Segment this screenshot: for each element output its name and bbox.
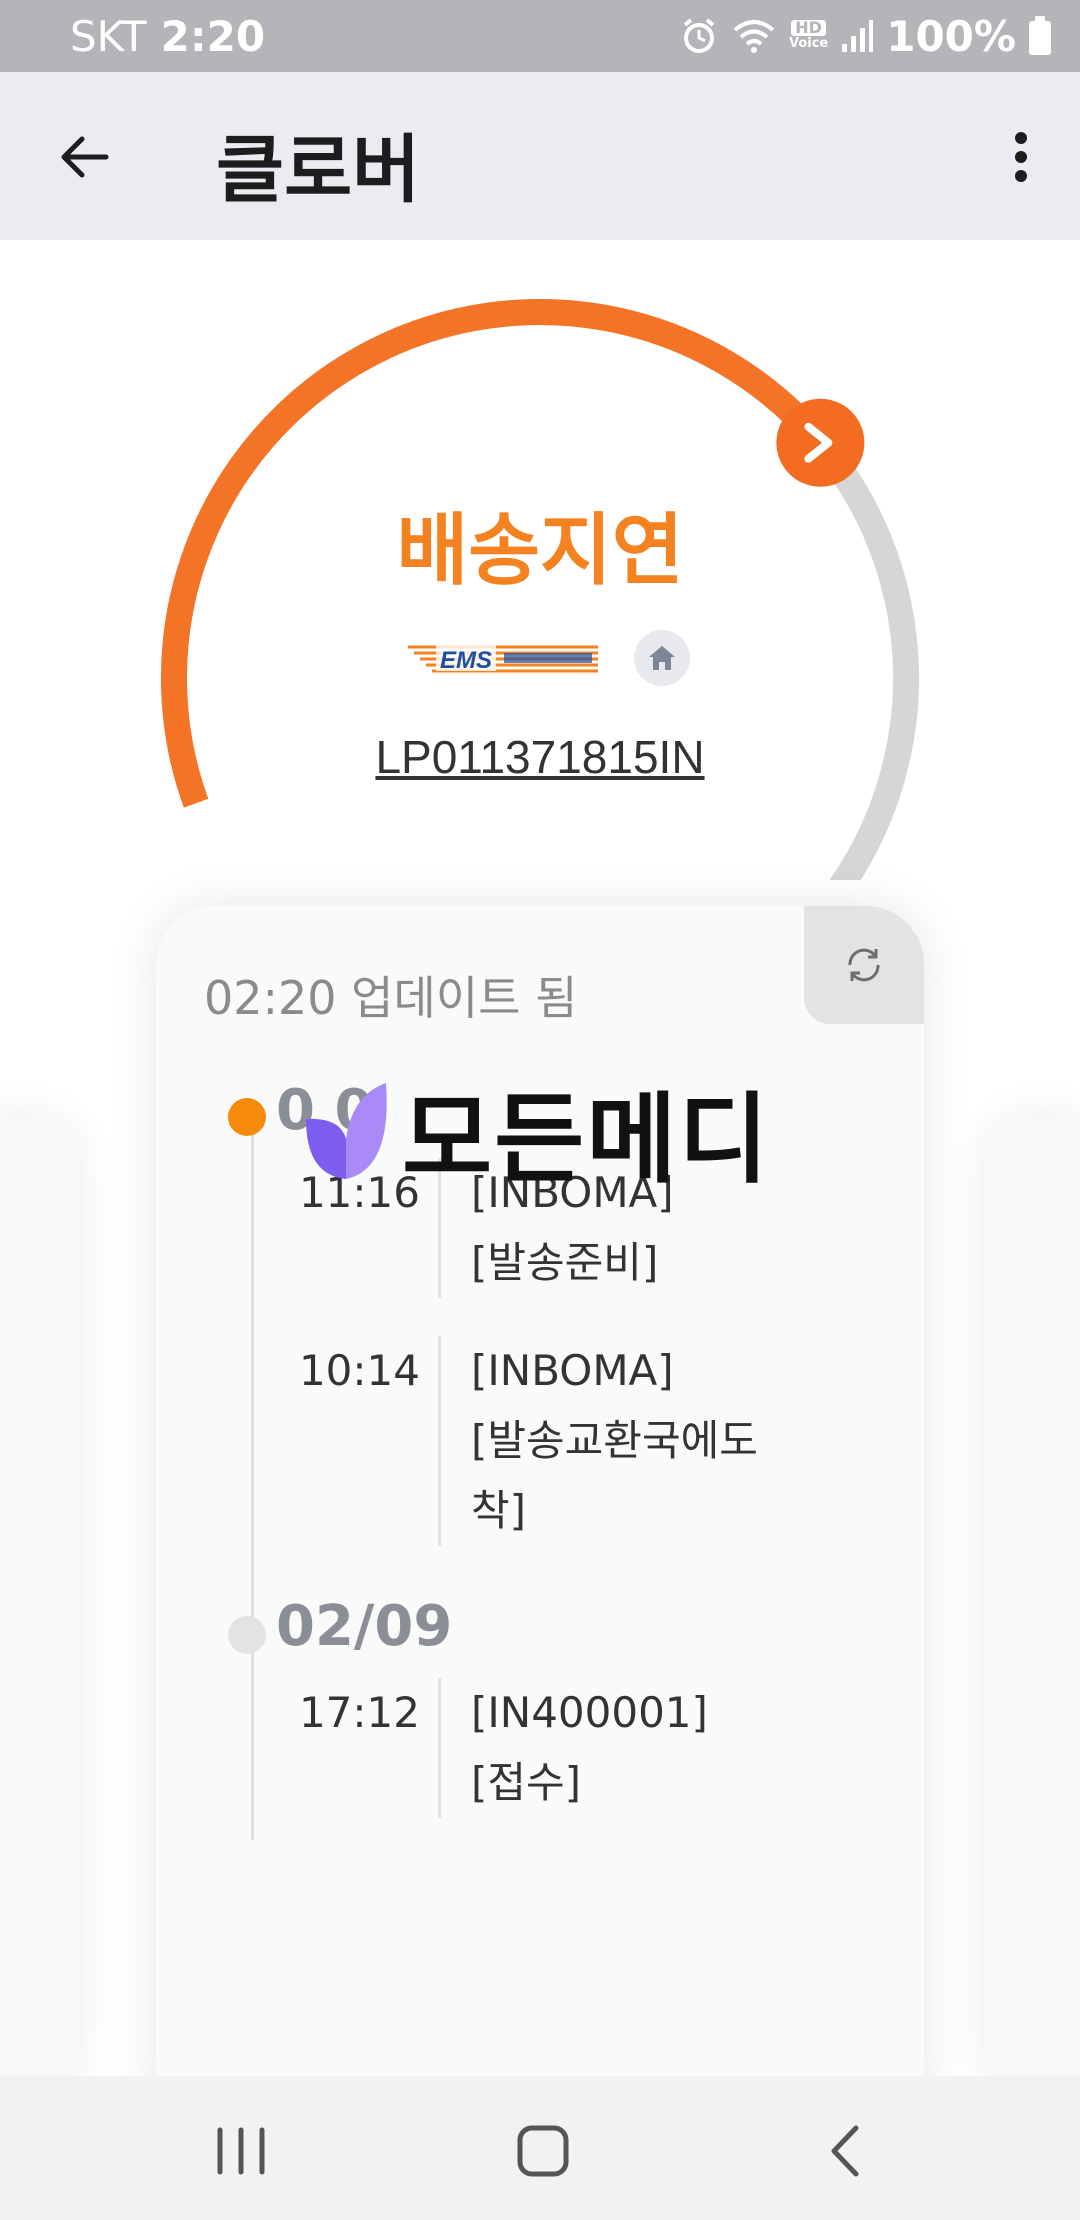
- next-card-peek[interactable]: [984, 1114, 1080, 2094]
- page-title: 클로버: [216, 127, 421, 213]
- event-time: 17:12: [298, 1688, 420, 1737]
- back-icon[interactable]: [812, 2116, 882, 2186]
- ems-logo-text: EMS: [440, 647, 492, 674]
- signal-icon: [842, 20, 874, 52]
- status-icons: HD Voice 100%: [679, 12, 1052, 61]
- gauge-knob: [776, 398, 865, 487]
- hd-label: HD: [791, 20, 826, 36]
- more-vert-icon[interactable]: [986, 122, 1056, 192]
- event-detail: [발송교환국에도착]: [471, 1416, 758, 1535]
- carrier-row: EMS: [408, 630, 690, 686]
- alarm-icon: [683, 18, 715, 53]
- event-body: [IN400001] [접수]: [438, 1678, 778, 1818]
- timeline-dot-active: [228, 1098, 266, 1136]
- app-bar: 클로버: [0, 72, 1080, 240]
- home-icon[interactable]: [508, 2116, 578, 2186]
- refresh-button[interactable]: [804, 906, 924, 1024]
- hd-voice-icon: HD Voice: [789, 20, 828, 52]
- tracking-number[interactable]: LP011371815IN: [0, 730, 1080, 784]
- battery-icon: [1029, 16, 1051, 55]
- event-location: [IN400001]: [471, 1688, 708, 1737]
- watermark-logo-icon: [306, 1083, 387, 1179]
- event-time: 10:14: [298, 1346, 420, 1395]
- timeline-dot: [228, 1616, 266, 1654]
- home-icon: [649, 646, 675, 670]
- date-header: 02/09: [276, 1594, 453, 1659]
- carrier-name: SKT: [70, 11, 147, 61]
- recent-apps-icon[interactable]: [206, 2116, 276, 2186]
- event-detail: [발송준비]: [471, 1238, 659, 1287]
- event-body: [INBOMA] [발송교환국에도착]: [438, 1336, 778, 1546]
- carrier-home-button[interactable]: [634, 630, 690, 686]
- tracking-event: 10:14 [INBOMA] [발송교환국에도착]: [252, 1336, 892, 1546]
- watermark: 모든메디: [300, 1060, 771, 1202]
- status-bar: SKT 2:20 HD Voice 100%: [0, 0, 1080, 72]
- status-left: SKT 2:20: [70, 12, 265, 61]
- system-nav-bar: [0, 2076, 1080, 2220]
- voice-label: Voice: [788, 36, 829, 51]
- delivery-status: 배송지연: [396, 506, 684, 596]
- event-detail: [접수]: [471, 1758, 582, 1807]
- refresh-icon: [848, 948, 880, 982]
- tracking-event: 17:12 [IN400001] [접수]: [252, 1678, 892, 1818]
- wifi-icon: [733, 20, 775, 53]
- clock: 2:20: [160, 11, 266, 61]
- event-location: [INBOMA]: [471, 1346, 674, 1395]
- back-arrow-icon[interactable]: [50, 122, 120, 192]
- ems-logo: EMS: [408, 645, 598, 674]
- previous-card-peek[interactable]: [0, 1114, 80, 2094]
- watermark-text: 모든메디: [402, 1083, 771, 1197]
- updated-time: 02:20 업데이트 됨: [204, 971, 578, 1025]
- battery-percent: 100%: [886, 11, 1016, 61]
